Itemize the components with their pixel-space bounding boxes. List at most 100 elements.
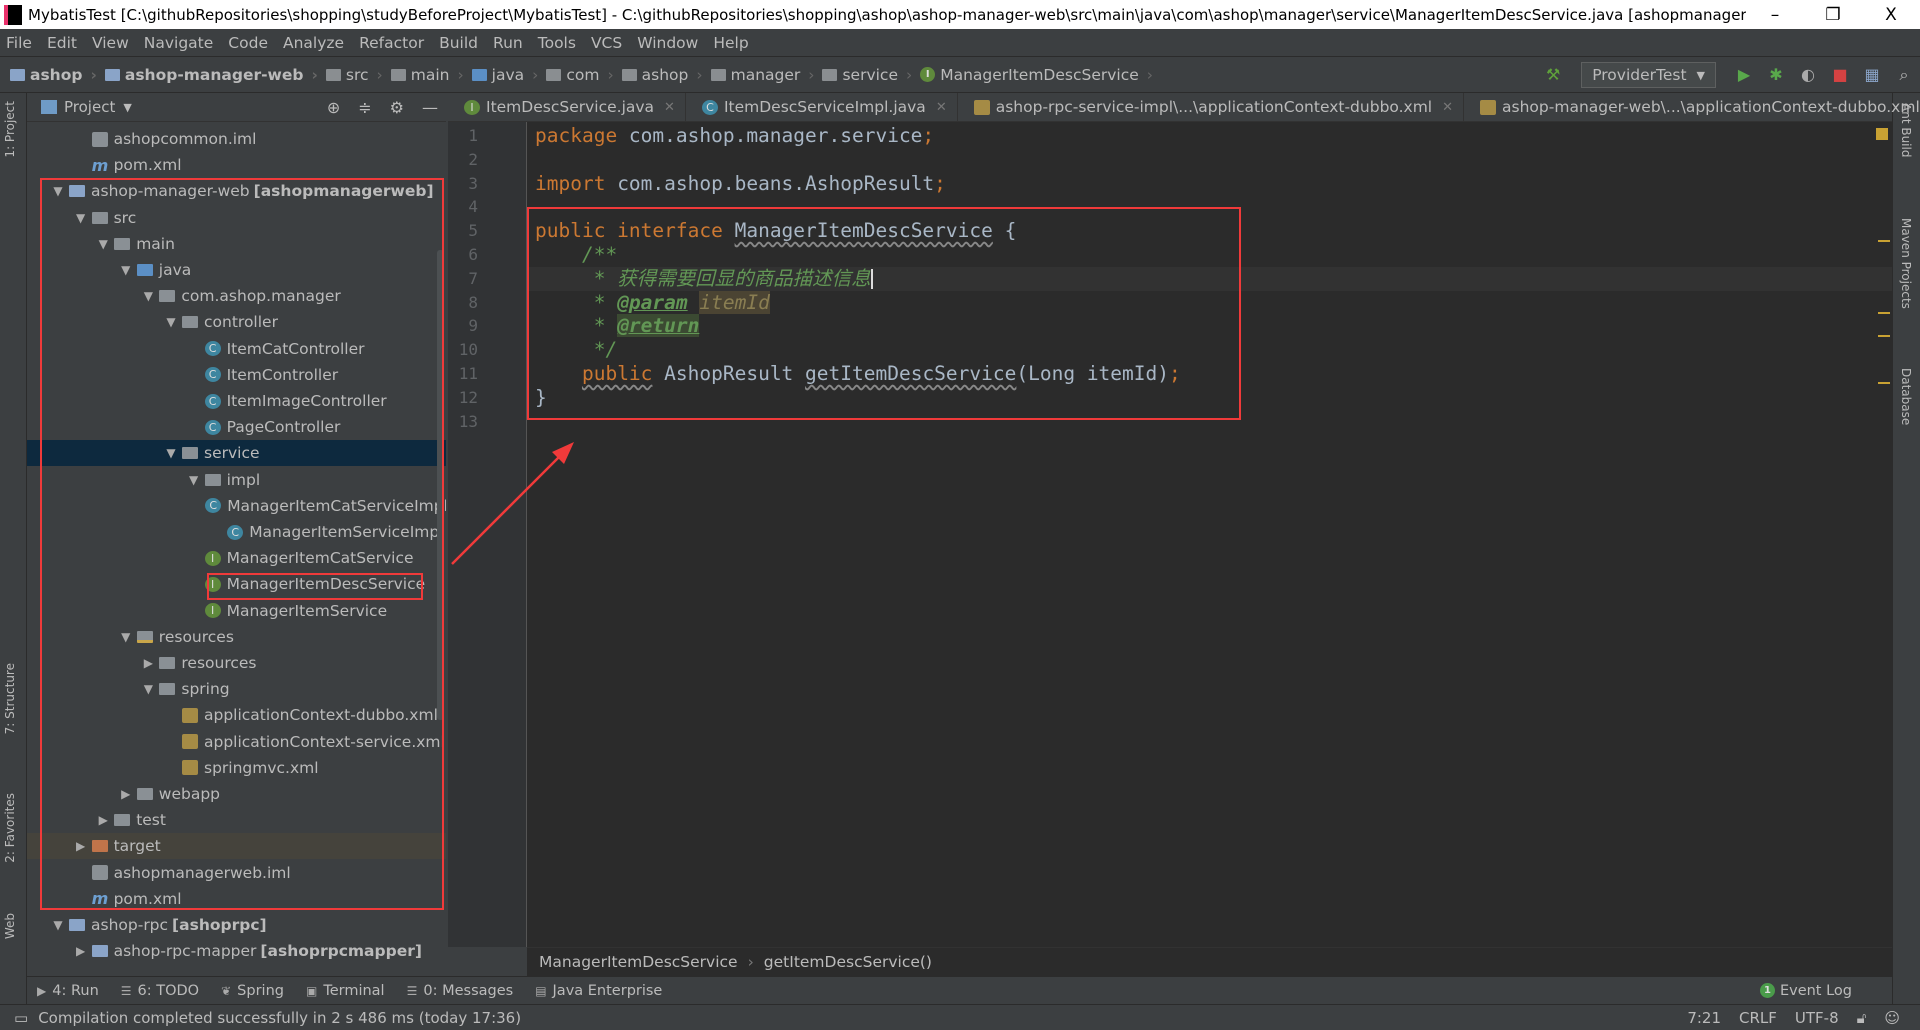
tree-item[interactable]: ▶ test [27,807,446,833]
maven-projects-tab[interactable]: Maven Projects [1899,218,1913,309]
breadcrumb-item[interactable]: manager › [710,66,814,84]
project-tool-tab[interactable]: 1: Project [3,101,17,158]
expand-arrow-icon[interactable]: ▼ [47,918,69,932]
hide-icon[interactable]: — [422,98,438,117]
menu-vcs[interactable]: VCS [591,34,622,52]
tree-item[interactable]: springmvc.xml [27,755,446,781]
collapse-arrow-icon[interactable]: ▶ [70,944,92,958]
run-icon[interactable]: ▶ [1733,64,1755,86]
menu-analyze[interactable]: Analyze [283,34,344,52]
tree-item[interactable]: I ManagerItemService [27,598,446,624]
chevron-down-icon[interactable]: ▼ [123,101,131,114]
expand-arrow-icon[interactable]: ▼ [92,237,114,251]
gear-icon[interactable]: ⚙ [390,98,404,117]
coverage-icon[interactable]: ◐ [1797,64,1819,86]
restore-button[interactable]: ❐ [1804,5,1862,25]
expand-arrow-icon[interactable]: ▼ [137,682,159,696]
expand-arrow-icon[interactable]: ▼ [160,446,182,460]
editor-crumb-method[interactable]: getItemDescService() [764,953,932,971]
collapse-all-icon[interactable]: ≑ [358,98,371,117]
menu-help[interactable]: Help [713,34,748,52]
tool-window-messages[interactable]: ☰ 0: Messages [407,983,514,999]
tree-item[interactable]: ▼ spring [27,676,446,702]
tool-window-terminal[interactable]: ▣ Terminal [306,983,385,999]
menu-code[interactable]: Code [228,34,268,52]
favorites-tool-tab[interactable]: 2: Favorites [3,793,17,863]
tree-item[interactable]: C ItemImageController [27,388,446,414]
close-tab-icon[interactable]: ✕ [936,100,947,115]
tool-window-spring[interactable]: ❦ Spring [221,983,284,999]
editor-crumb-class[interactable]: ManagerItemDescService [539,953,738,971]
database-tab[interactable]: Database [1899,368,1913,425]
collapse-arrow-icon[interactable]: ▶ [137,656,159,670]
tree-item[interactable]: ▼ src [27,205,446,231]
tree-item[interactable]: C PageController [27,414,446,440]
tree-item[interactable]: I ManagerItemDescService [27,571,446,597]
close-button[interactable]: X [1862,5,1920,25]
tree-item[interactable]: m pom.xml [27,886,446,912]
editor-tab[interactable]: I ItemDescService.java ✕ [448,93,686,121]
tree-item[interactable]: C ManagerItemCatServiceImpl [27,493,446,519]
tree-item[interactable]: ▼ impl [27,467,446,493]
code-line[interactable]: * @return [535,314,700,338]
tree-item[interactable]: m pom.xml [27,152,446,178]
menu-view[interactable]: View [92,34,129,52]
breadcrumb-item[interactable]: ashop-manager-web › [104,66,318,84]
editor-tab[interactable]: ashop-rpc-service-impl\...\applicationCo… [958,93,1465,121]
tree-item[interactable]: ▶ webapp [27,781,446,807]
tool-window-run[interactable]: ▶ 4: Run [37,983,99,999]
tree-item[interactable]: ▼ com.ashop.manager [27,283,446,309]
breadcrumb-item[interactable]: src › [325,66,383,84]
tree-item[interactable]: ▶ ashop-rpc-mapper [ashoprpcmapper] [27,938,446,964]
breadcrumb-item[interactable]: main › [390,66,464,84]
tree-item[interactable]: ▶ target [27,833,446,860]
line-separator[interactable]: CRLF [1739,1009,1777,1027]
project-structure-icon[interactable]: ▦ [1861,64,1883,86]
menu-file[interactable]: File [6,34,32,52]
tree-item[interactable]: ▶ resources [27,650,446,676]
breadcrumb-item[interactable]: ashop › [10,66,97,84]
code-line[interactable]: import com.ashop.beans.AshopResult; [535,172,946,196]
close-tab-icon[interactable]: ✕ [664,100,675,115]
collapse-arrow-icon[interactable]: ▶ [70,839,92,853]
tree-item[interactable]: ashopcommon.iml [27,126,446,152]
code-line[interactable]: */ [535,338,618,362]
expand-arrow-icon[interactable]: ▼ [115,263,137,277]
tree-item[interactable]: ▼ ashop-rpc [ashoprpc] [27,912,446,938]
tree-item[interactable]: C ManagerItemServiceImpl [27,519,446,545]
warning-marker[interactable] [1878,240,1890,242]
hector-icon[interactable]: ☺ [1884,1009,1900,1027]
menu-tools[interactable]: Tools [538,34,576,52]
tree-item[interactable]: ▼ main [27,231,446,257]
run-config-select[interactable]: ProviderTest ▼ [1581,62,1716,88]
debug-icon[interactable]: ✱ [1765,64,1787,86]
menu-run[interactable]: Run [493,34,523,52]
menu-edit[interactable]: Edit [47,34,77,52]
inspection-status-icon[interactable] [1876,128,1888,140]
code-line[interactable]: /** [535,243,617,267]
breadcrumb-item[interactable]: ashop › [621,66,703,84]
project-view-select[interactable]: Project [64,98,115,116]
tree-item[interactable]: applicationContext-service.xml [27,729,446,755]
lock-icon[interactable]: 🔓︎ [1857,1009,1867,1027]
tree-item[interactable]: ▼ ashop-manager-web [ashopmanagerweb] [27,178,446,204]
breadcrumb-item[interactable]: I ManagerItemDescService › [920,66,1153,84]
warning-marker[interactable] [1878,335,1890,337]
close-tab-icon[interactable]: ✕ [1442,100,1453,115]
code-line[interactable]: * 获得需要回显的商品描述信息 [535,267,873,291]
code-line[interactable]: * @param itemId [535,290,770,315]
event-log-button[interactable]: 1 Event Log [1759,983,1852,999]
expand-arrow-icon[interactable]: ▼ [137,289,159,303]
code-line[interactable]: public AshopResult getItemDescService(Lo… [535,362,1181,386]
tree-item[interactable]: C ItemCatController [27,336,446,362]
hammer-icon[interactable]: ⚒ [1542,64,1564,86]
collapse-arrow-icon[interactable]: ▶ [92,813,114,827]
breadcrumb-item[interactable]: java › [471,66,538,84]
code-line[interactable]: public interface ManagerItemDescService … [535,219,1016,243]
tree-item[interactable]: ashopmanagerweb.iml [27,860,446,886]
stop-icon[interactable]: ■ [1829,64,1851,86]
minimize-button[interactable]: – [1746,5,1804,25]
status-toggle-icon[interactable]: ▭ [14,1009,28,1027]
code-line[interactable]: } [535,386,547,410]
code-editor[interactable] [448,122,1892,947]
